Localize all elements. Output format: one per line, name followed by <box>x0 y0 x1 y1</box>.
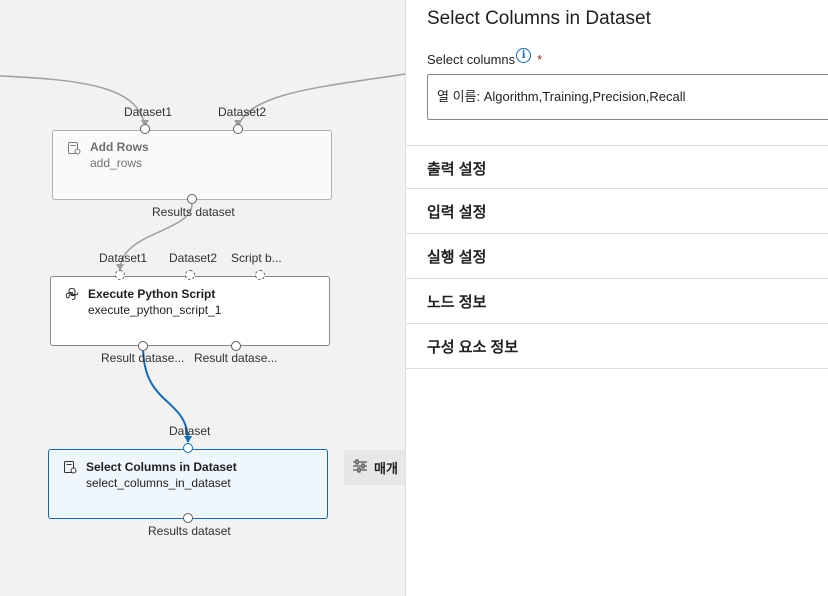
input-port-dataset1[interactable] <box>140 124 150 134</box>
input-port-dataset2[interactable] <box>233 124 243 134</box>
section-label: 출력 설정 <box>427 160 487 178</box>
port-label-results-dataset: Results dataset <box>152 205 235 219</box>
node-execute-python-script[interactable]: Execute Python Script execute_python_scr… <box>50 276 330 346</box>
divider <box>406 368 828 369</box>
port-label-result-dataset-1: Result datase... <box>101 351 185 365</box>
input-port-dataset2[interactable] <box>185 270 195 280</box>
input-port-dataset1[interactable] <box>115 270 125 280</box>
node-subtitle: select_columns_in_dataset <box>86 476 231 490</box>
select-columns-value: 열 이름: Algorithm,Training,Precision,Recal… <box>437 89 686 104</box>
section-node-info[interactable]: 노드 정보 <box>406 278 828 323</box>
dataset-module-icon <box>63 460 77 474</box>
input-port-script-bundle[interactable] <box>255 270 265 280</box>
info-icon[interactable]: i <box>516 48 532 63</box>
section-component-info[interactable]: 구성 요소 정보 <box>406 323 828 368</box>
select-columns-label-text: Select columns <box>427 52 516 67</box>
dataset-module-icon <box>67 141 81 155</box>
parameters-tab[interactable]: 매개 <box>344 450 405 485</box>
required-mark: * <box>537 52 543 67</box>
port-label-dataset: Dataset <box>169 424 211 438</box>
select-columns-label: Select columns i * <box>427 48 543 67</box>
port-label-dataset2: Dataset2 <box>218 105 267 119</box>
output-port-result-dataset-2[interactable] <box>231 341 241 351</box>
select-columns-field[interactable]: 열 이름: Algorithm,Training,Precision,Recal… <box>427 74 828 120</box>
node-subtitle: add_rows <box>90 156 143 170</box>
port-label-script-bundle: Script b... <box>231 251 282 265</box>
section-label: 구성 요소 정보 <box>427 338 519 356</box>
node-title: Add Rows <box>90 140 149 154</box>
section-input-settings[interactable]: 입력 설정 <box>406 188 828 233</box>
panel-title: Select Columns in Dataset <box>427 8 651 29</box>
section-label: 실행 설정 <box>427 248 487 266</box>
properties-panel: Select Columns in Dataset Select columns… <box>405 0 828 596</box>
sliders-icon <box>352 459 374 476</box>
pipeline-canvas[interactable]: Dataset1 Dataset2 Add Rows add_rows Resu… <box>0 0 405 596</box>
node-select-columns-in-dataset[interactable]: Select Columns in Dataset select_columns… <box>48 449 328 519</box>
section-run-settings[interactable]: 실행 설정 <box>406 233 828 278</box>
output-port-result-dataset-1[interactable] <box>138 341 148 351</box>
node-subtitle: execute_python_script_1 <box>88 303 222 317</box>
port-label-results-dataset: Results dataset <box>148 524 231 538</box>
output-port-results[interactable] <box>183 513 193 523</box>
python-icon <box>65 287 79 301</box>
port-label-dataset2: Dataset2 <box>169 251 218 265</box>
edge-to-add-rows-dataset1 <box>0 75 146 129</box>
output-port-results[interactable] <box>187 194 197 204</box>
node-title: Execute Python Script <box>88 287 216 301</box>
edge-to-add-rows-dataset2 <box>237 73 405 129</box>
node-add-rows[interactable]: Add Rows add_rows <box>52 130 332 200</box>
input-port-dataset[interactable] <box>183 443 193 453</box>
section-label: 노드 정보 <box>427 293 487 311</box>
port-label-dataset1: Dataset1 <box>99 251 148 265</box>
port-label-dataset1: Dataset1 <box>124 105 173 119</box>
port-label-result-dataset-2: Result datase... <box>194 351 278 365</box>
node-title: Select Columns in Dataset <box>86 460 237 474</box>
section-output-settings[interactable]: 출력 설정 <box>406 145 828 190</box>
section-label: 입력 설정 <box>427 203 487 221</box>
parameters-tab-label: 매개 <box>374 461 398 476</box>
